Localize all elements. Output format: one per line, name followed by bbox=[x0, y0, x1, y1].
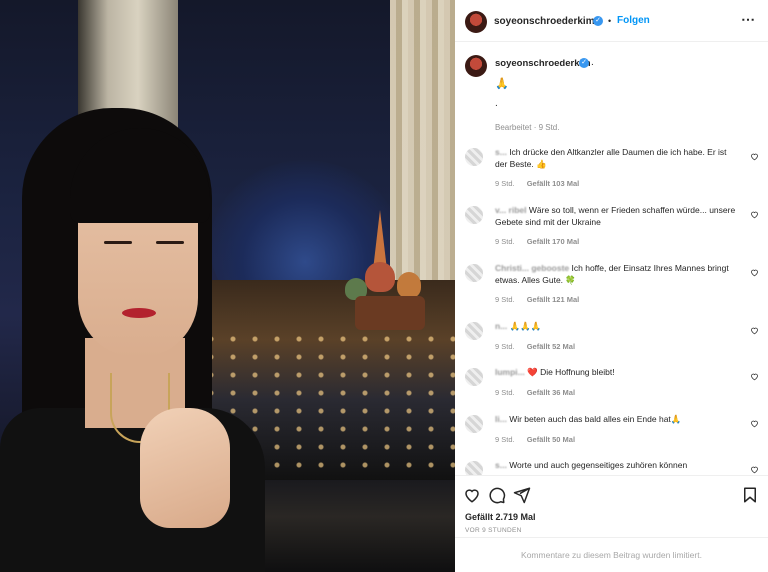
comment-text: ❤️ Die Hoffnung bleibt! bbox=[527, 367, 615, 377]
comment-text: Wäre so toll, wenn er Frieden schaffen w… bbox=[495, 205, 736, 227]
commenter-username[interactable]: s... bbox=[495, 147, 507, 157]
heart-icon[interactable] bbox=[750, 268, 759, 277]
caption-dot-line: . bbox=[495, 98, 498, 109]
comment-likes[interactable]: Gefällt 121 Mal bbox=[527, 295, 580, 304]
post-side-panel: soyeonschroederkim ✓ • Folgen ⋯ soyeonsc… bbox=[455, 0, 768, 572]
comment-likes[interactable]: Gefällt 170 Mal bbox=[527, 237, 580, 246]
comment-likes[interactable]: Gefällt 36 Mal bbox=[527, 388, 575, 397]
comment-item: s... Worte und auch gegenseitiges zuhöre… bbox=[455, 459, 768, 475]
bookmark-icon[interactable] bbox=[741, 486, 759, 504]
follow-button[interactable]: Folgen bbox=[617, 15, 650, 26]
commenter-avatar[interactable] bbox=[465, 322, 483, 340]
heart-icon[interactable] bbox=[750, 419, 759, 428]
commenter-avatar[interactable] bbox=[465, 206, 483, 224]
header-separator: • bbox=[608, 16, 612, 26]
post-timestamp[interactable]: VOR 9 STUNDEN bbox=[465, 527, 522, 534]
caption-trailing-dot: . bbox=[591, 57, 594, 68]
woman-praying bbox=[0, 108, 265, 572]
caption-username[interactable]: soyeonschroederkim bbox=[495, 58, 591, 69]
caption-edited-meta: Bearbeitet · 9 Std. bbox=[495, 123, 560, 132]
commenter-username[interactable]: n... bbox=[495, 321, 507, 331]
heart-icon[interactable] bbox=[750, 326, 759, 335]
comment-text: 🙏🙏🙏 bbox=[509, 321, 542, 331]
comment-time[interactable]: 9 Std. bbox=[495, 342, 515, 351]
caption-author-avatar[interactable] bbox=[465, 55, 487, 77]
praying-hands-emoji: 🙏 bbox=[495, 78, 509, 90]
more-options-icon[interactable]: ⋯ bbox=[741, 11, 756, 28]
post-actions: Gefällt 2.719 Mal VOR 9 STUNDEN bbox=[455, 475, 768, 543]
likes-total[interactable]: Gefällt 2.719 Mal bbox=[465, 512, 536, 522]
commenter-avatar[interactable] bbox=[465, 415, 483, 433]
comment-time[interactable]: 9 Std. bbox=[495, 179, 515, 188]
commenter-username[interactable]: Christi... gebooste bbox=[495, 263, 569, 273]
comment-likes[interactable]: Gefällt 103 Mal bbox=[527, 179, 580, 188]
commenter-avatar[interactable] bbox=[465, 264, 483, 282]
comments-limited-notice: Kommentare zu diesem Beitrag wurden limi… bbox=[455, 537, 768, 572]
comment-time[interactable]: 9 Std. bbox=[495, 435, 515, 444]
comment-likes[interactable]: Gefällt 50 Mal bbox=[527, 435, 575, 444]
commenter-avatar[interactable] bbox=[465, 148, 483, 166]
comment-time[interactable]: 9 Std. bbox=[495, 388, 515, 397]
share-icon[interactable] bbox=[513, 486, 531, 504]
heart-icon[interactable] bbox=[750, 465, 759, 474]
commenter-avatar[interactable] bbox=[465, 368, 483, 386]
cathedral bbox=[345, 210, 435, 330]
heart-icon[interactable] bbox=[750, 210, 759, 219]
caption-verified-icon: ✓ bbox=[579, 58, 589, 68]
comment-text: Wir beten auch das bald alles ein Ende h… bbox=[509, 414, 682, 424]
author-avatar[interactable] bbox=[465, 11, 487, 33]
commenter-avatar[interactable] bbox=[465, 461, 483, 475]
comment-text: Ich drücke den Altkanzler alle Daumen di… bbox=[495, 147, 727, 169]
comment-time[interactable]: 9 Std. bbox=[495, 237, 515, 246]
verified-icon: ✓ bbox=[593, 16, 603, 26]
heart-icon[interactable] bbox=[750, 372, 759, 381]
comment-icon[interactable] bbox=[488, 486, 506, 504]
like-heart-icon[interactable] bbox=[463, 486, 481, 504]
commenter-username[interactable]: s... bbox=[495, 460, 507, 470]
heart-icon[interactable] bbox=[750, 152, 759, 161]
comment-text: Worte und auch gegenseitiges zuhören kön… bbox=[509, 460, 688, 470]
author-username[interactable]: soyeonschroederkim bbox=[494, 16, 595, 27]
commenter-username[interactable]: li... bbox=[495, 414, 507, 424]
post-header: soyeonschroederkim ✓ • Folgen ⋯ bbox=[455, 0, 768, 42]
post-photo[interactable] bbox=[0, 0, 455, 572]
commenter-username[interactable]: lumpi... bbox=[495, 367, 525, 377]
comment-likes[interactable]: Gefällt 52 Mal bbox=[527, 342, 575, 351]
river bbox=[255, 480, 455, 572]
comment-time[interactable]: 9 Std. bbox=[495, 295, 515, 304]
commenter-username[interactable]: v... ribel bbox=[495, 205, 527, 215]
